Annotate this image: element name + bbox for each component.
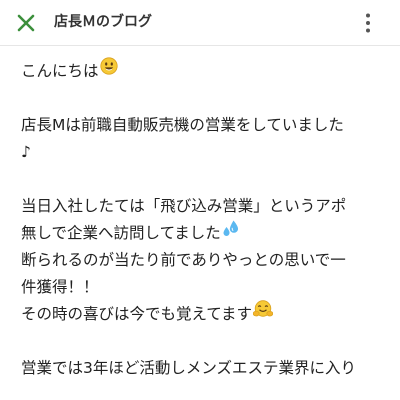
- text-line: 無しで企業へ訪問してました: [21, 220, 383, 247]
- paragraph: 営業では3年ほど活動しメンズエステ業界に入り: [21, 355, 383, 382]
- text-line: 営業では3年ほど活動しメンズエステ業界に入り: [21, 359, 357, 377]
- blog-title: 店長Ｍのブログ: [54, 14, 152, 30]
- more-vertical-icon: [366, 13, 370, 33]
- text-line: その時の喜びは今でも覚えてます: [21, 299, 383, 328]
- close-x-icon: [17, 14, 35, 32]
- top-bar: 店長Ｍのブログ: [0, 0, 400, 46]
- paragraph: 当日入社したては「飛び込み営業」というアポ 無しで企業へ訪問してました 断られる…: [21, 193, 383, 328]
- line-text: こんにちは: [21, 62, 99, 80]
- smiling-face-icon: [99, 56, 118, 84]
- paragraph: こんにちは: [21, 56, 383, 85]
- text-line: ♪: [21, 143, 31, 161]
- article-body: こんにちは 店長Mは前職自動販売機の営業をしていました ♪ 当日入社したては「飛…: [21, 56, 383, 400]
- paragraph: 店長Mは前職自動販売機の営業をしていました ♪: [21, 112, 383, 166]
- text-line: こんにちは: [21, 56, 383, 85]
- text-line: 店長Mは前職自動販売機の営業をしていました: [21, 116, 344, 134]
- text-line: 当日入社したては「飛び込み営業」というアポ: [21, 197, 347, 215]
- line-text: その時の喜びは今でも覚えてます: [21, 305, 252, 323]
- text-line: 断られるのが当たり前でありやっとの思いで一: [21, 251, 346, 269]
- text-line: 件獲得！！: [21, 278, 99, 296]
- more-options-button[interactable]: [354, 9, 382, 37]
- sweat-droplets-icon: [222, 219, 240, 246]
- blog-app: 店長Ｍのブログ こんにちは 店長Mは前職自動販売機の営業をしていました ♪ 当日…: [0, 0, 400, 400]
- hugging-face-icon: [252, 299, 274, 327]
- close-button[interactable]: [12, 9, 40, 37]
- line-text: 無しで企業へ訪問してました: [21, 224, 221, 242]
